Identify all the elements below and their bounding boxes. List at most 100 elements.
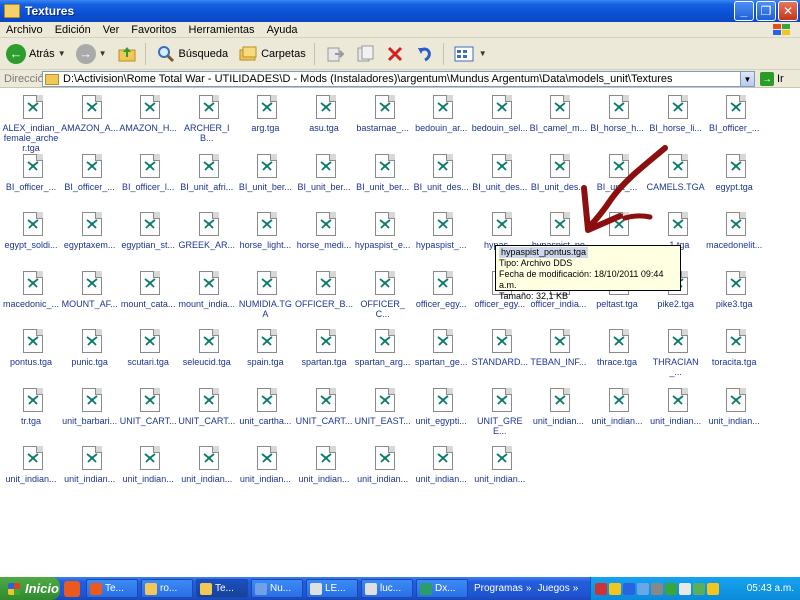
file-item[interactable]: BI_officer_l... <box>119 151 177 207</box>
file-item[interactable]: BI_officer_... <box>61 151 119 207</box>
file-item[interactable]: unit_indian... <box>588 385 646 441</box>
file-item[interactable]: unit_egypti... <box>412 385 470 441</box>
menu-ver[interactable]: Ver <box>97 24 126 36</box>
file-item[interactable]: unit_indian... <box>2 443 60 499</box>
file-item[interactable]: BI_unit_afri... <box>178 151 236 207</box>
file-item[interactable]: unit_indian... <box>705 385 763 441</box>
taskbar-group-programas[interactable]: Programas» <box>474 583 531 594</box>
file-item[interactable]: GREEK_AR... <box>178 209 236 265</box>
volume-icon[interactable] <box>651 582 663 595</box>
file-item[interactable]: pike3.tga <box>705 268 763 324</box>
file-item[interactable]: egyptian_st... <box>119 209 177 265</box>
usb-icon[interactable] <box>679 582 691 595</box>
file-item[interactable]: unit_cartha... <box>236 385 294 441</box>
menu-herramientas[interactable]: Herramientas <box>183 24 261 36</box>
file-item[interactable]: horse_medi... <box>295 209 353 265</box>
file-item[interactable]: MOUNT_AF... <box>61 268 119 324</box>
folders-button[interactable]: Carpetas <box>234 41 310 67</box>
nvidia-icon[interactable] <box>693 582 705 595</box>
file-item[interactable]: UNIT_GREE... <box>471 385 529 441</box>
file-item[interactable]: unit_indian... <box>119 443 177 499</box>
file-item[interactable]: macedonelit... <box>705 209 763 265</box>
file-item[interactable]: hypaspist_e... <box>354 209 412 265</box>
minimize-button[interactable]: _ <box>734 1 754 21</box>
chevron-down-icon[interactable]: ▼ <box>58 49 66 58</box>
file-item[interactable]: egypt_soldi... <box>2 209 60 265</box>
file-item[interactable]: mount_india... <box>178 268 236 324</box>
file-item[interactable]: OFFICER_B... <box>295 268 353 324</box>
file-item[interactable]: bedouin_ar... <box>412 92 470 148</box>
chevron-down-icon[interactable]: ▼ <box>99 49 107 58</box>
taskbar-group-juegos[interactable]: Juegos» <box>537 583 578 594</box>
file-item[interactable]: UNIT_CART... <box>178 385 236 441</box>
file-item[interactable]: BI_unit_ber... <box>236 151 294 207</box>
file-item[interactable]: BI_unit_des... <box>471 151 529 207</box>
file-item[interactable]: UNIT_CART... <box>119 385 177 441</box>
file-item[interactable]: STANDARD... <box>471 326 529 382</box>
menu-favoritos[interactable]: Favoritos <box>125 24 182 36</box>
file-item[interactable]: BI_officer_... <box>2 151 60 207</box>
chevron-down-icon[interactable]: ▼ <box>740 72 754 86</box>
file-item[interactable]: BI_officer_... <box>705 92 763 148</box>
shield-icon[interactable] <box>609 582 621 595</box>
file-item[interactable]: THRACIAN_... <box>647 326 705 382</box>
file-item[interactable]: punic.tga <box>61 326 119 382</box>
views-button[interactable]: ▼ <box>450 41 491 67</box>
file-item[interactable]: unit_indian... <box>354 443 412 499</box>
file-item[interactable]: UNIT_EAST... <box>354 385 412 441</box>
undo-button[interactable] <box>411 41 439 67</box>
file-item[interactable]: BI_unit_ber... <box>295 151 353 207</box>
taskbar-item[interactable]: ro... <box>141 579 193 598</box>
file-item[interactable]: spain.tga <box>236 326 294 382</box>
warning-icon[interactable] <box>707 582 719 595</box>
address-input[interactable]: D:\Activision\Rome Total War - UTILIDADE… <box>42 71 755 87</box>
file-item[interactable]: egypt.tga <box>705 151 763 207</box>
file-item[interactable]: spartan_ge... <box>412 326 470 382</box>
file-item[interactable]: BI_unit_des... <box>412 151 470 207</box>
file-item[interactable]: unit_indian... <box>647 385 705 441</box>
menu-edicion[interactable]: Edición <box>49 24 97 36</box>
file-item[interactable]: arg.tga <box>236 92 294 148</box>
menu-archivo[interactable]: Archivo <box>0 24 49 36</box>
file-item[interactable]: ARCHER_IB... <box>178 92 236 148</box>
file-item[interactable]: unit_indian... <box>295 443 353 499</box>
file-item[interactable]: unit_indian... <box>236 443 294 499</box>
file-item[interactable]: unit_barbari... <box>61 385 119 441</box>
monitor-icon[interactable] <box>637 582 649 595</box>
move-to-button[interactable] <box>321 41 349 67</box>
file-item[interactable]: scutari.tga <box>119 326 177 382</box>
taskbar-item[interactable]: luc... <box>361 579 413 598</box>
file-item[interactable]: spartan.tga <box>295 326 353 382</box>
taskbar-item[interactable]: Te... <box>86 579 138 598</box>
file-item[interactable]: bastarnae_... <box>354 92 412 148</box>
taskbar-item[interactable]: Dx... <box>416 579 468 598</box>
start-button[interactable]: Inicio <box>0 577 60 600</box>
file-item[interactable]: NUMIDIA.TGA <box>236 268 294 324</box>
copy-to-button[interactable] <box>351 41 379 67</box>
file-item[interactable]: UNIT_CART... <box>295 385 353 441</box>
up-folder-button[interactable] <box>113 41 141 67</box>
file-item[interactable]: unit_indian... <box>471 443 529 499</box>
file-item[interactable]: egyptaxem... <box>61 209 119 265</box>
network-icon[interactable] <box>623 582 635 595</box>
search-button[interactable]: Búsqueda <box>152 41 233 67</box>
file-item[interactable]: BI_unit_ber... <box>354 151 412 207</box>
file-item[interactable]: seleucid.tga <box>178 326 236 382</box>
file-item[interactable]: mount_cata... <box>119 268 177 324</box>
file-item[interactable]: asu.tga <box>295 92 353 148</box>
file-item[interactable]: unit_indian... <box>61 443 119 499</box>
file-item[interactable]: spartan_arg... <box>354 326 412 382</box>
file-item[interactable]: macedonic_... <box>2 268 60 324</box>
file-item[interactable]: ALEX_indian_female_archer.tga <box>2 92 60 153</box>
file-item[interactable]: unit_indian... <box>178 443 236 499</box>
file-item[interactable]: TEBAN_INF... <box>529 326 587 382</box>
file-item[interactable]: toracita.tga <box>705 326 763 382</box>
back-button[interactable]: ← Atrás ▼ <box>2 41 70 67</box>
file-item[interactable]: horse_light... <box>236 209 294 265</box>
forward-button[interactable]: → ▼ <box>72 41 111 67</box>
file-item[interactable]: unit_indian... <box>412 443 470 499</box>
taskbar-item-active[interactable]: Te... <box>196 579 248 598</box>
close-button[interactable]: ✕ <box>778 1 798 21</box>
chevron-down-icon[interactable]: ▼ <box>479 49 487 58</box>
file-item[interactable]: officer_egy... <box>412 268 470 324</box>
